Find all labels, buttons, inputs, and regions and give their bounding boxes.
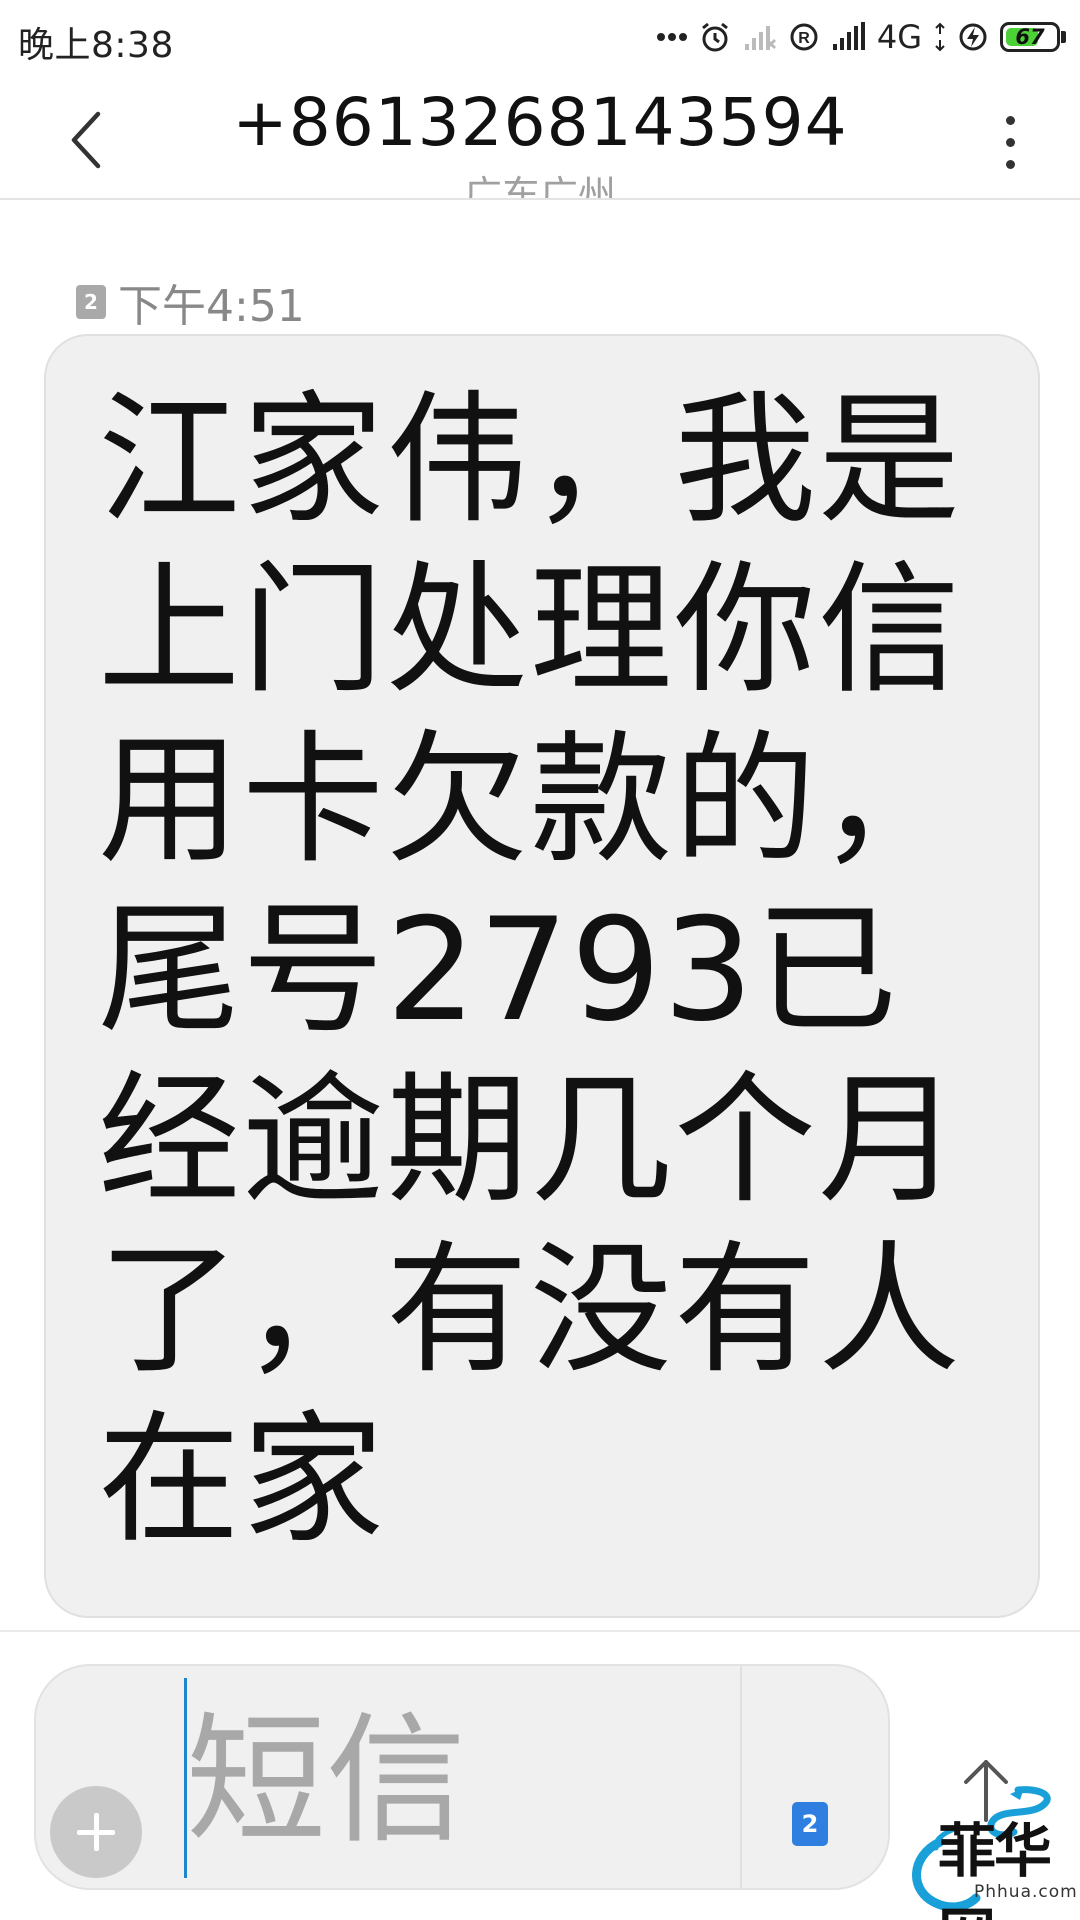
charging-icon	[959, 23, 987, 51]
status-icons: R 4G 67	[656, 14, 1066, 60]
sms-input[interactable]	[186, 1686, 746, 1876]
svg-text:R: R	[798, 30, 810, 47]
divider	[0, 1630, 1080, 1632]
more-vertical-icon	[1006, 116, 1015, 125]
battery-percent: 67	[1015, 25, 1045, 49]
roaming-icon: R	[790, 23, 818, 51]
message-meta: 2 下午4:51	[76, 270, 305, 334]
add-attachment-button[interactable]	[50, 1786, 142, 1878]
contact-number: +8613268143594	[232, 84, 848, 161]
watermark-logo: 菲华网 Phhua.com	[900, 1784, 1078, 1920]
composer-divider	[740, 1666, 742, 1888]
conversation-header: +8613268143594 广东广州	[0, 74, 1080, 200]
status-bar: 晚上8:38 R 4G 67	[0, 0, 1080, 74]
status-time: 晚上8:38	[18, 25, 174, 66]
watermark-url: Phhua.com	[974, 1882, 1078, 1902]
more-options-button[interactable]	[990, 110, 1030, 174]
contact-location: 广东广州	[463, 173, 616, 200]
sim-select-button[interactable]: 2	[792, 1802, 828, 1846]
watermark-text: 菲华网	[938, 1817, 1052, 1920]
sim-badge: 2	[76, 285, 106, 319]
signal-off-icon	[744, 26, 776, 50]
message-composer: 2	[34, 1664, 890, 1890]
message-bubble[interactable]: 江家伟，我是 上门处理你信 用卡欠款的， 尾号2793已 经逾期几个月 了，有没…	[44, 334, 1040, 1618]
sms-conversation-screen: 晚上8:38 R 4G 67 +8613268143594 广东广州 2 下午4…	[0, 0, 1080, 1920]
battery-icon: 67	[1000, 22, 1066, 52]
message-text: 江家伟，我是 上门处理你信 用卡欠款的， 尾号2793已 经逾期几个月 了，有没…	[98, 378, 962, 1563]
message-time: 下午4:51	[118, 281, 305, 332]
signal-icon	[832, 22, 865, 50]
more-dots-icon	[656, 33, 687, 41]
data-arrows-icon	[935, 22, 945, 52]
network-type: 4G	[876, 18, 922, 56]
alarm-icon	[701, 22, 728, 52]
